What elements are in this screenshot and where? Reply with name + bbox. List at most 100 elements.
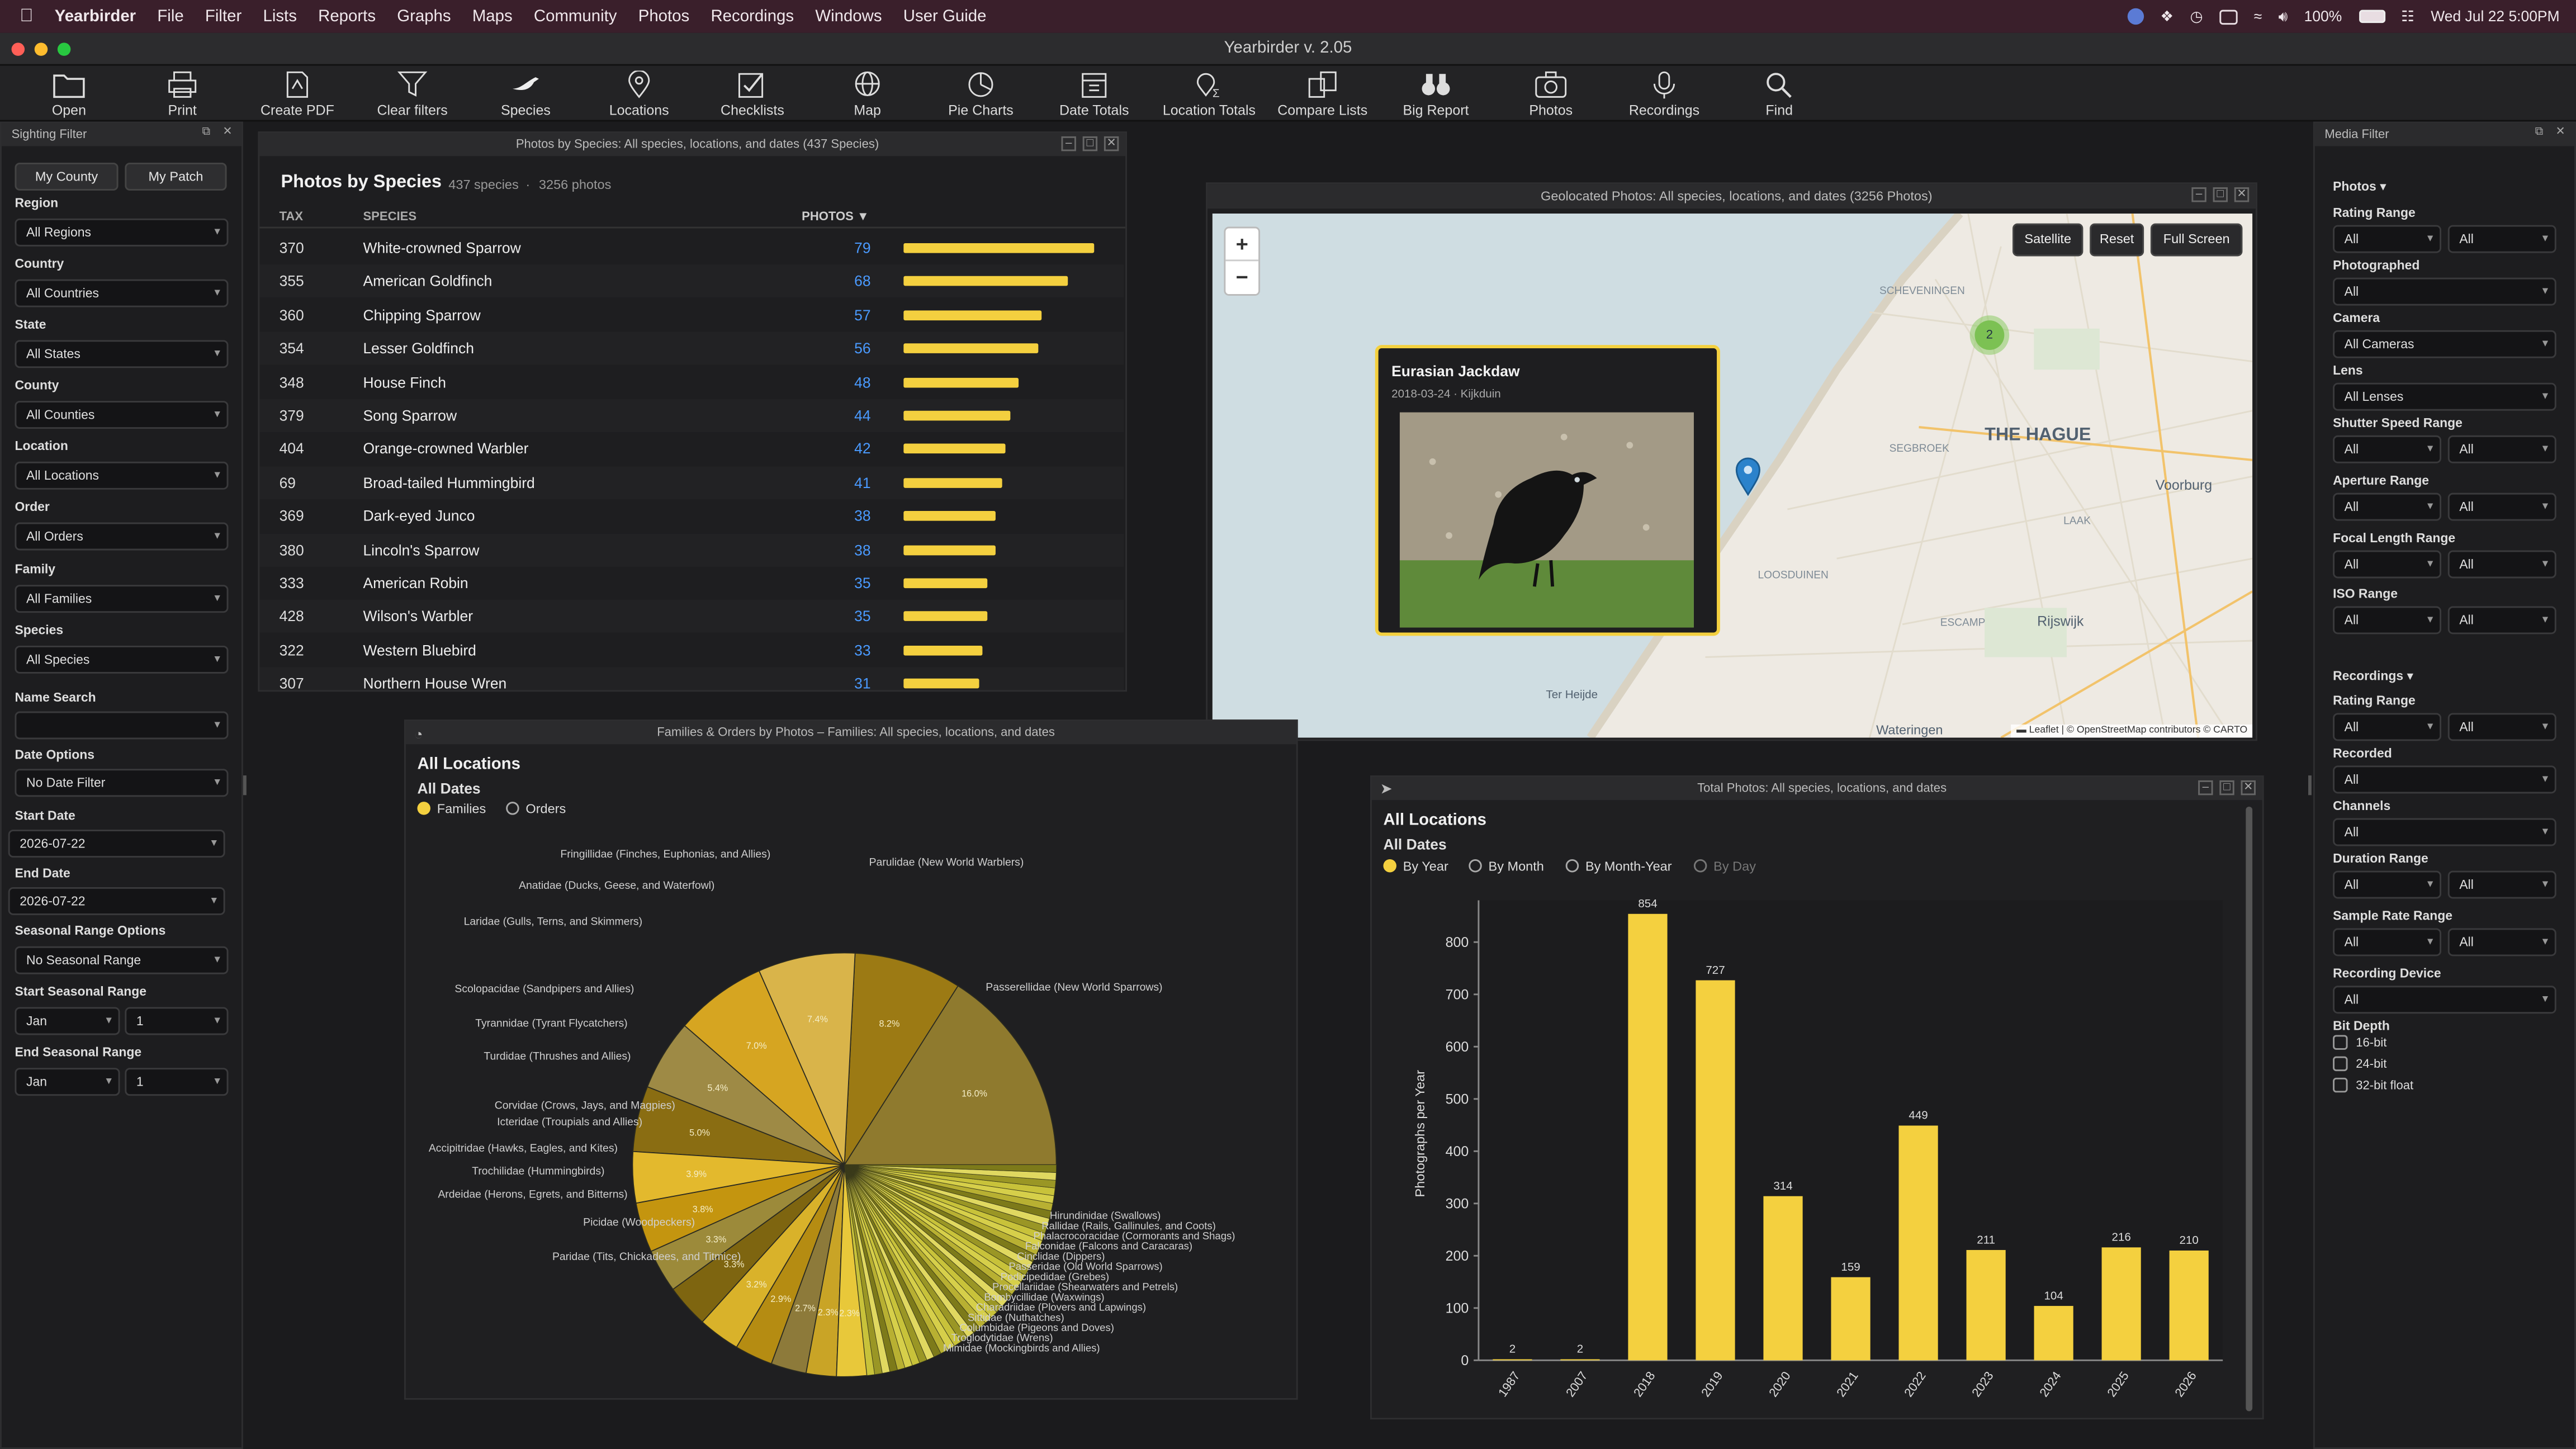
bar[interactable]: [2034, 1306, 2073, 1361]
table-row[interactable]: 348 House Finch 48: [259, 366, 1124, 399]
species-button[interactable]: Species: [476, 67, 575, 120]
close-panel-button[interactable]: ✕: [2241, 780, 2256, 795]
volume-icon[interactable]: 🔊︎: [2279, 7, 2288, 25]
species-cell[interactable]: Lesser Goldfinch: [363, 332, 474, 365]
orders-radio[interactable]: Orders: [506, 802, 566, 817]
species-cell[interactable]: Orange-crowned Warbler: [363, 433, 528, 466]
menu-file[interactable]: File: [157, 7, 183, 25]
bar[interactable]: [1831, 1277, 1871, 1361]
wifi-icon[interactable]: ≈: [2254, 8, 2262, 25]
photos-cell[interactable]: 56: [785, 332, 870, 365]
zoom-in-button[interactable]: +: [1225, 228, 1259, 262]
col-species[interactable]: SPECIES: [363, 209, 416, 223]
menu-maps[interactable]: Maps: [472, 7, 513, 25]
zoom-out-button[interactable]: −: [1225, 261, 1258, 294]
time-machine-icon[interactable]: ◷: [2190, 7, 2203, 25]
bar[interactable]: [1966, 1250, 2006, 1361]
table-row[interactable]: 380 Lincoln's Sparrow 38: [259, 533, 1124, 566]
photos-cell[interactable]: 38: [785, 533, 870, 566]
species-cell[interactable]: Broad-tailed Hummingbird: [363, 466, 534, 499]
range-max-select[interactable]: All: [2447, 550, 2556, 579]
table-row[interactable]: 369 Dark-eyed Junco 38: [259, 500, 1124, 533]
photographed-select[interactable]: All: [2333, 277, 2556, 306]
table-row[interactable]: 360 Chipping Sparrow 57: [259, 299, 1124, 332]
by-day-radio[interactable]: By Day: [1693, 859, 1756, 874]
photos-cell[interactable]: 42: [785, 433, 870, 466]
menu-filter[interactable]: Filter: [205, 7, 242, 25]
channels-select[interactable]: All: [2333, 818, 2556, 846]
bar[interactable]: [1696, 980, 1735, 1361]
table-row[interactable]: 322 Western Bluebird 33: [259, 634, 1124, 667]
table-row[interactable]: 307 Northern House Wren 31: [259, 667, 1124, 690]
table-row[interactable]: 428 Wilson's Warbler 35: [259, 600, 1124, 633]
by-month-year-radio[interactable]: By Month-Year: [1565, 859, 1672, 874]
menu-photos[interactable]: Photos: [638, 7, 690, 25]
locations-button[interactable]: Locations: [590, 67, 688, 120]
recorded-select[interactable]: All: [2333, 765, 2556, 794]
filter-select[interactable]: All Locations: [15, 461, 229, 490]
map-attribution[interactable]: ▬ Leaflet | © OpenStreetMap contributors…: [2011, 724, 2253, 738]
map-pin-icon[interactable]: [1735, 457, 1761, 496]
species-cell[interactable]: Lincoln's Sparrow: [363, 533, 479, 566]
big-report-button[interactable]: Big Report: [1386, 67, 1485, 120]
lens-select[interactable]: All Lenses: [2333, 382, 2556, 411]
range-max-select[interactable]: All: [2447, 870, 2556, 899]
start-month-select[interactable]: Jan: [15, 1007, 120, 1035]
globe-status-icon[interactable]: [2127, 8, 2144, 25]
bar[interactable]: [2101, 1247, 2141, 1361]
range-min-select[interactable]: All: [2333, 435, 2442, 463]
filter-select[interactable]: All Countries: [15, 279, 229, 307]
species-cell[interactable]: House Finch: [363, 366, 446, 399]
map-button[interactable]: Map: [818, 67, 917, 120]
scrollbar[interactable]: [2246, 806, 2253, 1412]
create-pdf-button[interactable]: Create PDF: [248, 67, 347, 120]
range-min-select[interactable]: All: [2333, 493, 2442, 521]
bar[interactable]: [1898, 1125, 1938, 1361]
start-date-field[interactable]: 2026-07-22: [8, 830, 225, 858]
range-min-select[interactable]: All: [2333, 713, 2442, 741]
bar[interactable]: [1763, 1196, 1803, 1361]
location-totals-button[interactable]: Σ Location Totals: [1160, 67, 1258, 120]
menu-community[interactable]: Community: [534, 7, 617, 25]
photos-cell[interactable]: 44: [785, 399, 870, 432]
detach-button[interactable]: ⧉: [199, 126, 214, 141]
battery-icon[interactable]: [2358, 10, 2385, 23]
date-totals-button[interactable]: Date Totals: [1045, 67, 1143, 120]
minimize-panel-button[interactable]: –: [1061, 136, 1076, 151]
pie-charts-button[interactable]: Pie Charts: [931, 67, 1030, 120]
species-cell[interactable]: White-crowned Sparrow: [363, 231, 520, 264]
photos-cell[interactable]: 57: [785, 299, 870, 332]
photos-cell[interactable]: 38: [785, 500, 870, 533]
table-row[interactable]: 370 White-crowned Sparrow 79: [259, 231, 1124, 264]
range-max-select[interactable]: All: [2447, 713, 2556, 741]
species-cell[interactable]: Chipping Sparrow: [363, 299, 480, 332]
filter-select[interactable]: All Counties: [15, 401, 229, 429]
menu-recordings[interactable]: Recordings: [711, 7, 794, 25]
map-view[interactable]: SCHEVENINGEN THE HAGUE SEGBROEK Voorburg…: [1212, 214, 2253, 738]
photos-cell[interactable]: 35: [785, 567, 870, 600]
bit24-checkbox[interactable]: [2333, 1056, 2348, 1072]
table-row[interactable]: 333 American Robin 35: [259, 567, 1124, 600]
col-photos[interactable]: PHOTOS ▼: [802, 209, 869, 223]
splitter-handle-right[interactable]: [2308, 775, 2312, 795]
end-month-select[interactable]: Jan: [15, 1068, 120, 1096]
photos-cell[interactable]: 48: [785, 366, 870, 399]
name-search-input[interactable]: [15, 711, 229, 740]
my-county-button[interactable]: My County: [15, 162, 119, 191]
checklists-button[interactable]: Checklists: [703, 67, 802, 120]
clear-filters-button[interactable]: Clear filters: [363, 67, 461, 120]
filter-select[interactable]: All Species: [15, 645, 229, 674]
end-day-select[interactable]: 1: [125, 1068, 229, 1096]
filter-select[interactable]: All Families: [15, 585, 229, 613]
print-button[interactable]: Print: [133, 67, 231, 120]
my-patch-button[interactable]: My Patch: [125, 162, 227, 191]
maximize-panel-button[interactable]: □: [1082, 136, 1098, 151]
menu-reports[interactable]: Reports: [318, 7, 376, 25]
species-cell[interactable]: Dark-eyed Junco: [363, 500, 475, 533]
bit16-checkbox[interactable]: [2333, 1035, 2348, 1050]
by-month-radio[interactable]: By Month: [1469, 859, 1544, 874]
species-cell[interactable]: Northern House Wren: [363, 667, 506, 690]
photos-cell[interactable]: 79: [785, 231, 870, 264]
cluster-marker[interactable]: 2: [1969, 315, 2010, 355]
filter-select[interactable]: All Orders: [15, 522, 229, 551]
